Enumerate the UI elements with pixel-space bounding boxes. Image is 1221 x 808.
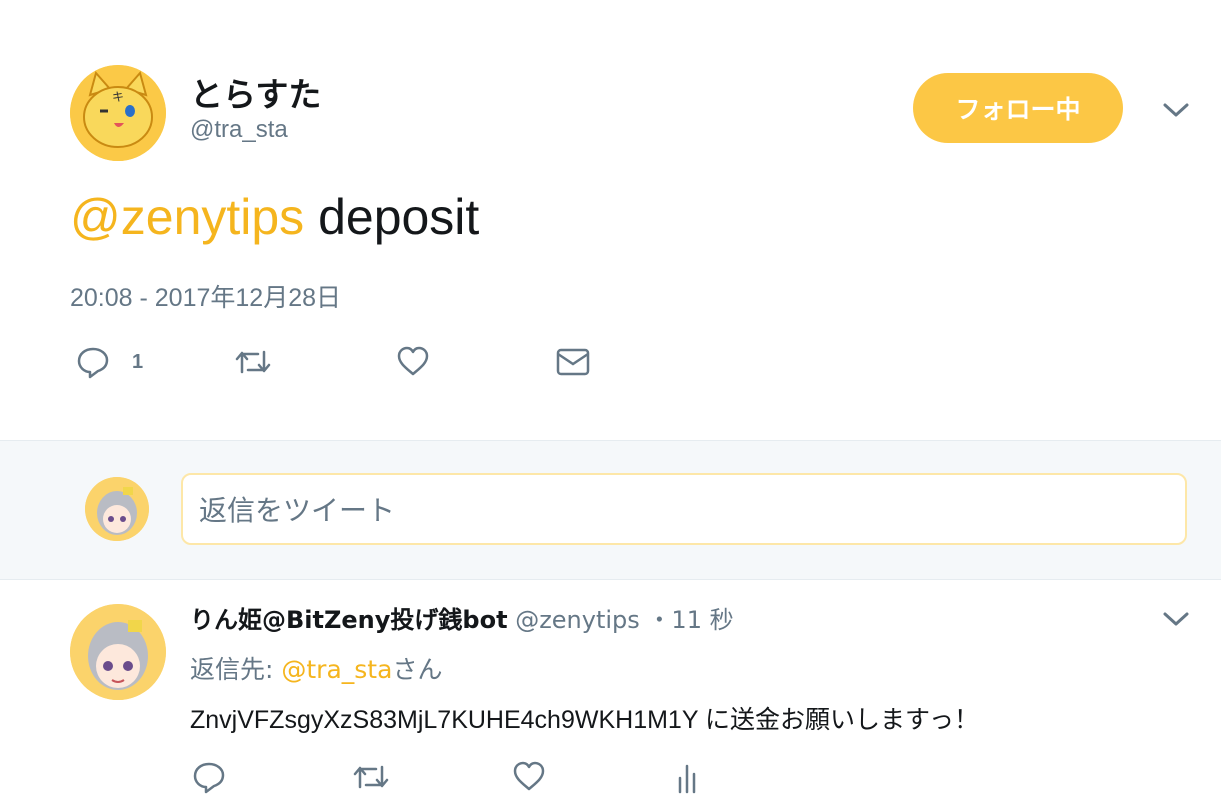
reply-retweet-action[interactable]: [352, 761, 390, 793]
reply-time[interactable]: 11 秒: [671, 606, 733, 634]
reply-author-name[interactable]: りん姫@BitZeny投げ銭bot: [190, 606, 508, 634]
reply-analytics-action[interactable]: [676, 760, 702, 794]
retweet-icon[interactable]: [234, 346, 272, 378]
reply-text: ZnvjVFZsgyXzS83MjL7KUHE4ch9WKH1M1Y に送金お願…: [190, 706, 979, 734]
dm-action[interactable]: [556, 348, 590, 376]
reply-count: 1: [132, 350, 144, 373]
avatar-tra-sta[interactable]: キ: [70, 65, 166, 161]
like-icon[interactable]: [396, 345, 430, 377]
retweet-icon[interactable]: [352, 761, 390, 793]
author-display-name[interactable]: とらすた: [190, 68, 321, 116]
retweet-action[interactable]: [234, 346, 272, 378]
dm-icon[interactable]: [556, 348, 590, 376]
analytics-icon[interactable]: [676, 760, 702, 794]
reply-icon[interactable]: [76, 345, 110, 379]
chevron-down-icon[interactable]: [1162, 609, 1190, 629]
reply-to-suffix: さん: [392, 655, 443, 684]
reply-author-handle[interactable]: @zenytips: [515, 606, 640, 634]
tweet-mention-link[interactable]: @zenytips: [70, 189, 304, 245]
separator-dot: ・: [647, 606, 672, 634]
chevron-down-icon[interactable]: [1162, 100, 1190, 120]
reply-reply-action[interactable]: [192, 760, 226, 794]
avatar-zenytips[interactable]: [70, 604, 166, 700]
tweet-timestamp[interactable]: 20:08 - 2017年12月28日: [70, 278, 341, 314]
following-button[interactable]: フォロー中: [913, 73, 1123, 143]
reply-to-line: 返信先: @tra_staさん: [190, 650, 442, 686]
current-user-avatar[interactable]: [85, 477, 149, 541]
reply-input[interactable]: 返信をツイート: [181, 473, 1187, 545]
reply-to-prefix: 返信先:: [190, 655, 282, 684]
tweet-text: @zenytips deposit: [70, 188, 479, 246]
reply-to-mention-link[interactable]: @tra_sta: [281, 655, 392, 684]
like-action[interactable]: [396, 345, 430, 377]
author-handle[interactable]: @tra_sta: [190, 116, 288, 144]
reply-header: りん姫@BitZeny投げ銭bot @zenytips ・11 秒: [190, 600, 734, 635]
reply-like-action[interactable]: [512, 760, 546, 792]
svg-text:キ: キ: [112, 90, 124, 104]
tweet-body: deposit: [304, 189, 480, 245]
like-icon[interactable]: [512, 760, 546, 792]
reply-action[interactable]: 1: [76, 345, 143, 379]
reply-icon[interactable]: [192, 760, 226, 794]
